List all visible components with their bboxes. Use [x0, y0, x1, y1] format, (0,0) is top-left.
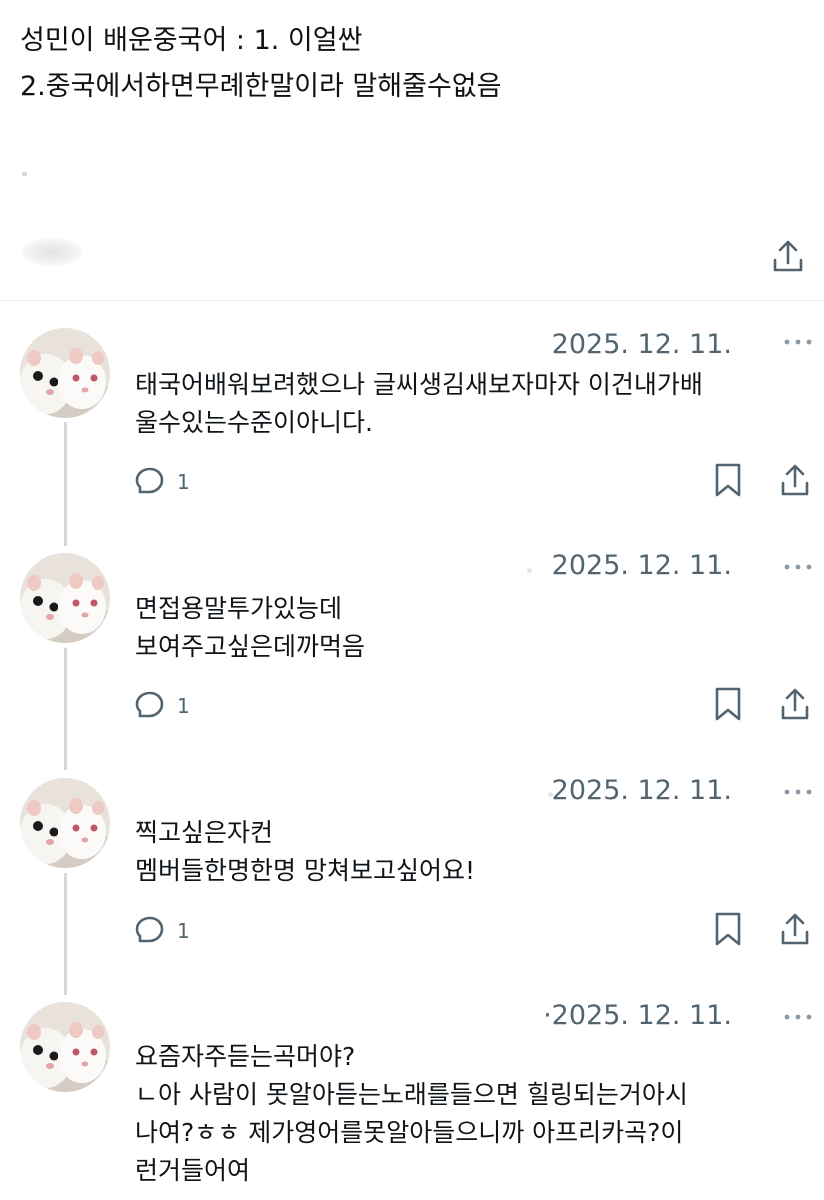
reply-count: 1 — [177, 470, 190, 494]
reply-icon[interactable] — [134, 689, 166, 721]
avatar[interactable] — [20, 328, 110, 418]
faint-mark — [22, 172, 27, 176]
more-dots-icon[interactable] — [782, 336, 814, 348]
blurred-author — [22, 238, 82, 266]
reply-text: 면접용말투가있능데 보여주고싶은데까먹음 — [135, 590, 805, 666]
post-line-2: 2.중국에서하면무례한말이라 말해줄수없음 — [20, 71, 502, 102]
reply-date: 2025. 12. 11. — [552, 550, 732, 581]
reply-line: 나여?ㅎㅎ 제가영어를못알아들으니까 아프리카곡?이 — [135, 1118, 684, 1147]
hamster-avatar-image — [20, 778, 110, 868]
reply-line: 찍고싶은자컨 — [135, 818, 274, 847]
thread-line — [64, 873, 67, 995]
thread-line — [64, 648, 67, 770]
reply-date: 2025. 12. 11. — [552, 329, 732, 360]
reply-date: ·2025. 12. 11. — [543, 1000, 732, 1031]
bookmark-icon[interactable] — [714, 686, 742, 722]
reply-text: 요즘자주듣는곡머야? ㄴ아 사람이 못알아듣는노래를들으면 힐링되는거아시 나여… — [135, 1038, 805, 1190]
reply-line: 보여주고싶은데까먹음 — [135, 632, 366, 661]
hamster-avatar-image — [20, 1002, 110, 1092]
thread-line — [64, 422, 67, 546]
divider — [0, 300, 824, 301]
bookmark-icon[interactable] — [714, 911, 742, 947]
reply-line: 울수있는수준이아니다. — [135, 408, 373, 437]
reply-line: 멤버들한명한명 망쳐보고싶어요! — [135, 856, 475, 885]
share-icon[interactable] — [779, 687, 811, 721]
reply-text: 태국어배워보려했으나 글씨생김새보자마자 이건내가배 울수있는수준이아니다. — [135, 366, 805, 442]
more-dots-icon[interactable] — [782, 561, 814, 573]
avatar[interactable] — [20, 1002, 110, 1092]
reply-count: 1 — [177, 919, 190, 943]
reply-icon[interactable] — [134, 914, 166, 946]
reply-text: 찍고싶은자컨 멤버들한명한명 망쳐보고싶어요! — [135, 814, 805, 890]
hamster-avatar-image — [20, 328, 110, 418]
avatar[interactable] — [20, 778, 110, 868]
faint-dot — [527, 568, 532, 573]
date-text: 2025. 12. 11. — [551, 1000, 732, 1031]
more-dots-icon[interactable] — [782, 1011, 814, 1023]
reply-date: 2025. 12. 11. — [552, 775, 732, 806]
date-prefix: · — [543, 1000, 552, 1031]
reply-line: 런거들어여 — [135, 1156, 251, 1185]
reply-count: 1 — [177, 694, 190, 718]
reply-icon[interactable] — [134, 465, 166, 497]
share-icon[interactable] — [770, 238, 806, 274]
date-text: 2025. 12. 11. — [551, 775, 732, 806]
reply-line: 태국어배워보려했으나 글씨생김새보자마자 이건내가배 — [135, 370, 703, 399]
share-icon[interactable] — [779, 463, 811, 497]
reply-line: 면접용말투가있능데 — [135, 594, 343, 623]
date-text: 2025. 12. 11. — [551, 329, 732, 360]
post-text: 성민이 배운중국어 : 1. 이얼싼 2.중국에서하면무례한말이라 말해줄수없음 — [20, 18, 810, 110]
reply-line: ㄴ아 사람이 못알아듣는노래를들으면 힐링되는거아시 — [135, 1080, 688, 1109]
date-text: 2025. 12. 11. — [551, 550, 732, 581]
bookmark-icon[interactable] — [714, 462, 742, 498]
post-line-1: 성민이 배운중국어 : 1. 이얼싼 — [20, 25, 363, 56]
reply-line: 요즘자주듣는곡머야? — [135, 1042, 356, 1071]
more-dots-icon[interactable] — [782, 786, 814, 798]
share-icon[interactable] — [779, 912, 811, 946]
hamster-avatar-image — [20, 553, 110, 643]
avatar[interactable] — [20, 553, 110, 643]
